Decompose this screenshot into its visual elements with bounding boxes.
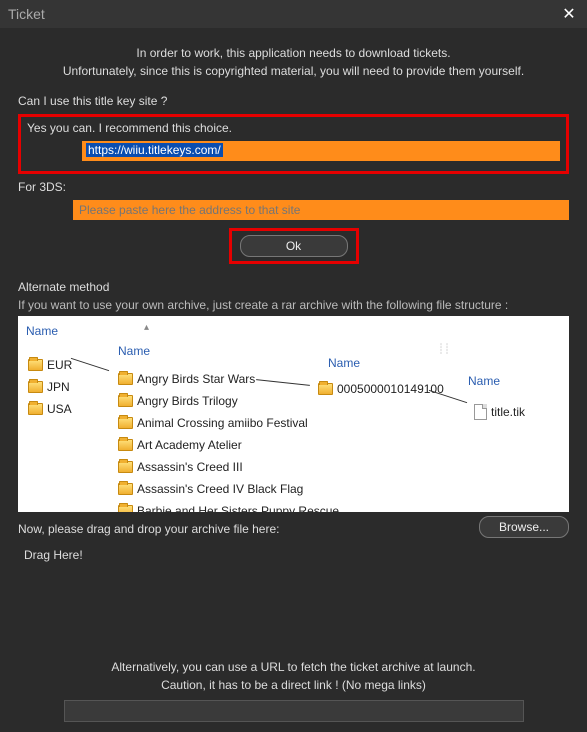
intro-text: In order to work, this application needs… bbox=[18, 44, 569, 80]
url-fetch-text: Alternatively, you can use a URL to fetc… bbox=[18, 658, 569, 694]
game-label: Angry Birds Star Wars bbox=[137, 372, 255, 386]
intro-line-1: In order to work, this application needs… bbox=[18, 44, 569, 62]
url-field-bg bbox=[242, 141, 560, 161]
game-label: Animal Crossing amiibo Festival bbox=[137, 416, 308, 430]
file-icon bbox=[474, 404, 487, 420]
folder-icon bbox=[118, 373, 133, 385]
game-label: Assassin's Creed III bbox=[137, 460, 243, 474]
title-bar: Ticket ✕ bbox=[0, 0, 587, 28]
3ds-url-input[interactable] bbox=[73, 200, 569, 220]
wiiu-url-input[interactable]: https://wiiu.titlekeys.com/ bbox=[82, 141, 242, 161]
browse-button[interactable]: Browse... bbox=[479, 516, 569, 538]
game-label: Assassin's Creed IV Black Flag bbox=[137, 482, 303, 496]
list-item: title.tik bbox=[474, 404, 525, 420]
label-3ds: For 3DS: bbox=[18, 180, 569, 194]
url-fetch-input[interactable] bbox=[64, 700, 524, 722]
intro-line-2: Unfortunately, since this is copyrighted… bbox=[18, 62, 569, 80]
folder-icon bbox=[318, 383, 333, 395]
connector-line bbox=[256, 379, 310, 386]
region-label: USA bbox=[47, 402, 72, 416]
game-label: Art Academy Atelier bbox=[137, 438, 242, 452]
folder-icon bbox=[118, 461, 133, 473]
list-item: Barbie and Her Sisters Puppy Rescue bbox=[118, 504, 339, 512]
region-label: EUR bbox=[47, 358, 72, 372]
folder-icon bbox=[28, 359, 43, 371]
folder-icon bbox=[118, 417, 133, 429]
list-item: Assassin's Creed IV Black Flag bbox=[118, 482, 303, 496]
column-header-3: Name bbox=[328, 356, 360, 370]
3ds-url-field-row bbox=[73, 200, 569, 220]
connector-line bbox=[71, 358, 109, 371]
folder-icon bbox=[28, 381, 43, 393]
folder-icon bbox=[118, 395, 133, 407]
sort-indicator-icon: ▴ bbox=[144, 322, 149, 333]
url-fetch-line1: Alternatively, you can use a URL to fetc… bbox=[18, 658, 569, 676]
game-label: Barbie and Her Sisters Puppy Rescue bbox=[137, 504, 339, 512]
folder-icon bbox=[28, 403, 43, 415]
list-item: JPN bbox=[28, 380, 70, 394]
url-fetch-line2: Caution, it has to be a direct link ! (N… bbox=[18, 676, 569, 694]
drag-label: Now, please drag and drop your archive f… bbox=[18, 522, 469, 536]
ok-button[interactable]: Ok bbox=[240, 235, 348, 257]
file-structure-diagram: Name ▴ Name Name ┊┊ Name EUR JPN USA Ang… bbox=[18, 316, 569, 512]
ok-row: Ok bbox=[18, 228, 569, 264]
column-header-1: Name bbox=[26, 324, 58, 338]
region-label: JPN bbox=[47, 380, 70, 394]
alternate-description: If you want to use your own archive, jus… bbox=[18, 298, 569, 312]
list-item: 0005000010149100 bbox=[318, 382, 444, 396]
column-divider-icon: ┊┊ bbox=[438, 344, 450, 355]
window-title: Ticket bbox=[8, 6, 45, 22]
game-label: Angry Birds Trilogy bbox=[137, 394, 238, 408]
folder-icon bbox=[118, 439, 133, 451]
connector-line bbox=[429, 390, 467, 403]
column-header-4: Name bbox=[468, 374, 500, 388]
close-icon[interactable]: ✕ bbox=[559, 4, 579, 24]
list-item: Animal Crossing amiibo Festival bbox=[118, 416, 308, 430]
titlekey-question: Can I use this title key site ? bbox=[18, 94, 569, 108]
wiiu-url-field-row: https://wiiu.titlekeys.com/ bbox=[82, 141, 560, 161]
wiiu-url-value: https://wiiu.titlekeys.com/ bbox=[86, 143, 223, 157]
list-item: EUR bbox=[28, 358, 72, 372]
titleid-label: 0005000010149100 bbox=[337, 382, 444, 396]
folder-icon bbox=[118, 505, 133, 512]
drag-row: Now, please drag and drop your archive f… bbox=[18, 512, 569, 542]
alternate-heading: Alternate method bbox=[18, 280, 569, 294]
list-item: Art Academy Atelier bbox=[118, 438, 242, 452]
folder-icon bbox=[118, 483, 133, 495]
ticket-file-label: title.tik bbox=[491, 405, 525, 419]
ok-highlight: Ok bbox=[229, 228, 359, 264]
drag-drop-area[interactable]: Drag Here! bbox=[18, 542, 569, 562]
recommendation-highlight: Yes you can. I recommend this choice. ht… bbox=[18, 114, 569, 174]
list-item: USA bbox=[28, 402, 72, 416]
list-item: Assassin's Creed III bbox=[118, 460, 243, 474]
list-item: Angry Birds Star Wars bbox=[118, 372, 255, 386]
content-area: In order to work, this application needs… bbox=[0, 28, 587, 732]
recommendation-text: Yes you can. I recommend this choice. bbox=[27, 121, 560, 135]
list-item: Angry Birds Trilogy bbox=[118, 394, 238, 408]
column-header-2: Name bbox=[118, 344, 150, 358]
